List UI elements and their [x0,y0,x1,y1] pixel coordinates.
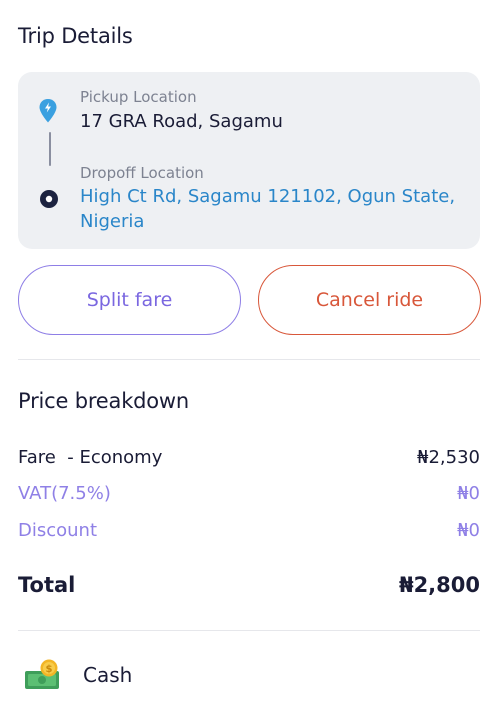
dropoff-marker-icon [40,190,58,208]
fare-value: ₦2,530 [417,447,480,468]
divider [18,359,480,360]
total-label: Total [18,573,76,597]
dropoff-address[interactable]: High Ct Rd, Sagamu 121102, Ogun State, N… [80,184,470,234]
fare-row: Fare - Economy ₦2,530 [18,447,480,468]
discount-label: Discount [18,520,98,541]
total-value: ₦2,800 [398,573,480,597]
route-line [49,132,51,166]
cancel-ride-button[interactable]: Cancel ride [258,265,481,335]
split-fare-button[interactable]: Split fare [18,265,241,335]
dropoff-label: Dropoff Location [80,164,204,182]
cash-icon: $ [25,659,59,689]
vat-row: VAT(7.5%) ₦0 [18,483,480,504]
total-row: Total ₦2,800 [18,573,480,597]
fare-label: Fare - Economy [18,447,163,468]
pickup-label: Pickup Location [80,88,197,106]
vat-label: VAT(7.5%) [18,483,111,504]
payment-method-label[interactable]: Cash [83,663,132,687]
pickup-pin-icon [39,99,57,123]
location-card: Pickup Location 17 GRA Road, Sagamu Drop… [18,72,480,249]
trip-details-title: Trip Details [18,24,133,48]
pickup-address: 17 GRA Road, Sagamu [80,111,283,132]
vat-value: ₦0 [457,483,480,504]
price-breakdown-title: Price breakdown [18,389,190,413]
trip-details-screen: Trip Details Pickup Location 17 GRA Road… [0,0,497,720]
svg-text:$: $ [46,664,53,675]
discount-row: Discount ₦0 [18,520,480,541]
divider [18,630,480,631]
discount-value: ₦0 [457,520,480,541]
